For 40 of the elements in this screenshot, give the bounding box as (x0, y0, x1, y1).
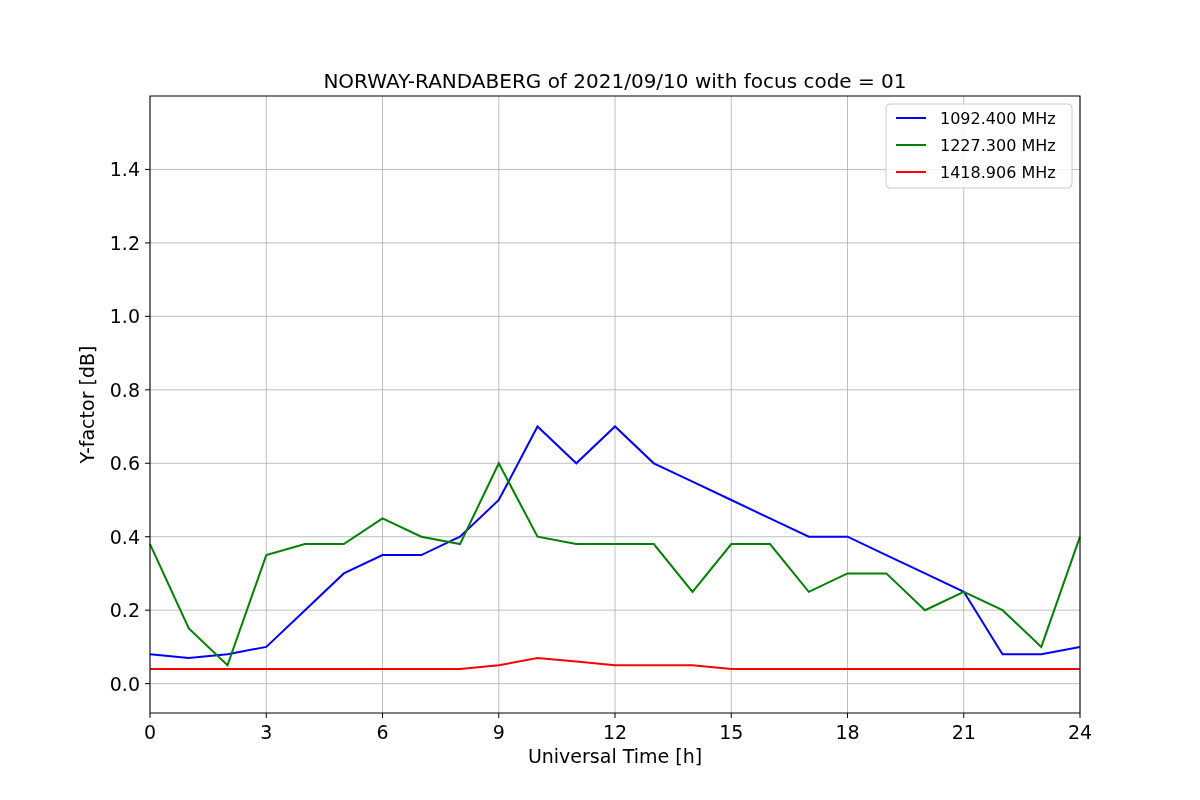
x-tick-label: 6 (376, 721, 389, 743)
y-tick-mark (144, 609, 151, 611)
x-tick-label: 12 (602, 721, 628, 743)
y-tick-label: 0.6 (109, 452, 140, 475)
legend-label: 1092.400 MHz (940, 109, 1056, 128)
y-tick-mark (144, 683, 151, 685)
y-tick-label: 1.0 (109, 305, 140, 328)
y-tick-mark (144, 389, 151, 391)
y-tick-mark (144, 242, 151, 244)
y-axis-label: Y-factor [dB] (76, 345, 98, 464)
x-tick-mark (382, 712, 383, 719)
legend-label: 1227.300 MHz (940, 136, 1056, 155)
y-tick-label: 0.4 (109, 525, 140, 548)
x-tick-mark (614, 712, 616, 719)
x-tick-mark (847, 712, 848, 719)
y-tick-label: 1.4 (109, 158, 140, 181)
x-tick-mark (730, 712, 732, 719)
y-tick-mark (144, 168, 151, 170)
y-tick-label: 1.2 (109, 231, 140, 254)
x-tick-label: 24 (1067, 721, 1093, 743)
x-tick-label: 3 (260, 721, 273, 743)
x-tick-mark (1079, 712, 1081, 719)
x-tick-mark (498, 712, 500, 719)
y-tick-mark (144, 536, 151, 538)
y-tick-mark (144, 315, 151, 317)
x-tick-label: 9 (492, 721, 505, 743)
x-tick-label: 0 (143, 721, 157, 743)
y-tick-label: 0.0 (109, 672, 140, 695)
x-tick-mark (963, 712, 965, 719)
x-tick-label: 18 (835, 721, 860, 743)
chart-title: NORWAY-RANDABERG of 2021/09/10 with focus code = 01 (323, 69, 907, 93)
x-tick-mark (265, 712, 267, 719)
y-tick-label: 0.8 (109, 378, 140, 401)
legend-label: 1418.906 MHz (940, 163, 1056, 182)
x-tick-label: 21 (951, 721, 976, 743)
x-tick-mark (149, 712, 151, 719)
x-tick-label: 15 (719, 721, 744, 743)
x-axis-label: Universal Time [h] (527, 745, 703, 767)
y-tick-label: 0.2 (109, 599, 140, 622)
y-tick-mark (144, 462, 151, 464)
